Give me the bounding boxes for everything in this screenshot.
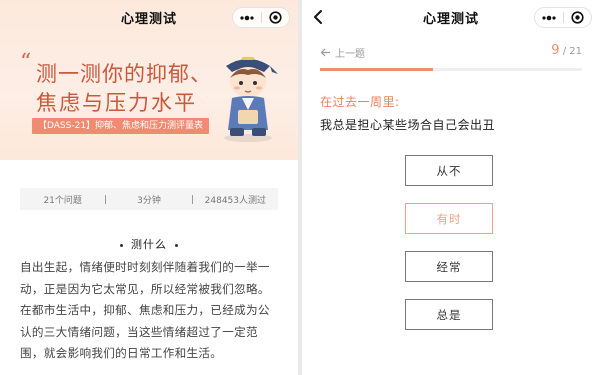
intro-line: 自出生起，情绪便时时刻刻伴随着我们的一举一 xyxy=(20,260,270,274)
current-question-number: 9 xyxy=(551,43,560,58)
prev-question-button[interactable]: 上一题 xyxy=(320,45,365,60)
answer-option-often[interactable]: 经常 xyxy=(405,251,493,282)
quote-mark: “ xyxy=(20,50,32,75)
answer-option-always[interactable]: 总是 xyxy=(405,299,493,330)
answer-option-never[interactable]: 从不 xyxy=(405,155,493,186)
nav-bar: 心理测试 xyxy=(0,0,298,34)
option-label: 有时 xyxy=(436,211,462,226)
option-label: 经常 xyxy=(436,259,462,274)
question-counter: 9 / 21 xyxy=(551,43,582,58)
scholar-boy-illustration xyxy=(224,57,278,142)
stat-duration: 3分钟 xyxy=(137,195,161,206)
test-stats-bar: 21个问题 3分钟 248453人测过 xyxy=(20,188,278,210)
intro-line: 动，正是因为它太常见，所以经常被我们忽略。 xyxy=(20,281,270,296)
arrow-left-icon xyxy=(320,48,330,57)
prev-question-label: 上一题 xyxy=(335,49,365,60)
intro-line: 围，就会影响我们的日常工作和生活。 xyxy=(20,346,223,360)
nav-bar: 心理测试 xyxy=(302,0,600,34)
option-label: 从不 xyxy=(436,163,462,178)
intro-line: 在都市生活中，抑郁、焦虑和压力，已经成为公 xyxy=(20,303,270,317)
section-title-text: 测什么 xyxy=(131,238,167,251)
target-close-icon[interactable] xyxy=(262,8,290,27)
question-context-label: 在过去一周里: xyxy=(320,95,400,109)
section-heading: 测什么 xyxy=(0,236,298,252)
mini-program-capsule xyxy=(232,7,290,28)
banner-title-line1: 测一测你的抑郁、 xyxy=(36,62,212,86)
total-question-number: 21 xyxy=(569,46,582,57)
intro-line: 认的三大情绪问题，当这些情绪超过了一定范 xyxy=(20,324,258,339)
more-dots-icon[interactable] xyxy=(233,8,261,27)
stat-question-count: 21个问题 xyxy=(43,195,82,206)
progress-track xyxy=(320,68,582,71)
bullet-dot xyxy=(120,243,123,247)
answer-option-sometimes[interactable]: 有时 xyxy=(405,203,493,234)
more-dots-icon[interactable] xyxy=(535,8,563,27)
mini-program-capsule xyxy=(534,7,592,28)
stat-participants: 248453人测过 xyxy=(204,195,266,206)
scale-tag: 【DASS-21】抑郁、焦虑和压力测评量表 xyxy=(32,118,210,134)
target-close-icon[interactable] xyxy=(564,8,592,27)
question-screen: 心理测试 上一题 9 / 21 在过去一周里: 我总是担心某些场合自己会出丑 从… xyxy=(302,0,600,375)
progress-row: 上一题 9 / 21 xyxy=(320,43,582,63)
question-text: 我总是担心某些场合自己会出丑 xyxy=(320,118,496,132)
intro-screen: “ 测一测你的抑郁、 焦虑与压力水平 【DASS-21】抑郁、焦虑和压力测评量表 xyxy=(0,0,298,375)
bullet-dot xyxy=(175,243,178,247)
progress-fill xyxy=(320,68,433,71)
option-label: 总是 xyxy=(436,307,462,322)
counter-separator: / xyxy=(562,46,567,57)
banner-title-line2: 焦虑与压力水平 xyxy=(36,91,197,115)
intro-paragraph: 自出生起，情绪便时时刻刻伴随着我们的一举一 动，正是因为它太常见，所以经常被我们… xyxy=(20,257,288,365)
